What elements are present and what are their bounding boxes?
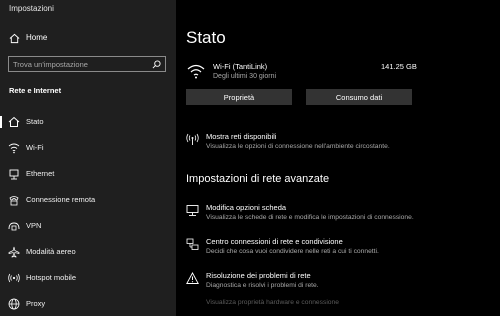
dial-up-icon: [9, 196, 19, 206]
link-title: Modifica opzioni scheda: [206, 203, 287, 212]
sidebar-item-ethernet[interactable]: Ethernet: [0, 163, 176, 185]
page-title: Stato: [186, 28, 226, 47]
window-title: Impostazioni: [9, 4, 54, 13]
data-used-value: 141.25 GB: [381, 62, 417, 71]
sidebar-item-proxy[interactable]: Proxy: [0, 293, 176, 315]
sidebar-item-status[interactable]: Stato: [0, 111, 176, 133]
sidebar-item-label: VPN: [26, 221, 42, 230]
sidebar-item-home[interactable]: Home: [0, 30, 176, 48]
properties-button[interactable]: Proprietà: [186, 89, 292, 105]
link-title: Risoluzione dei problemi di rete: [206, 271, 311, 280]
sidebar-item-airplane[interactable]: Modalità aereo: [0, 241, 176, 263]
connection-name: Wi-Fi (TantiLink): [213, 62, 268, 71]
warning-icon: [186, 272, 199, 284]
sidebar-item-label: Modalità aereo: [26, 247, 76, 256]
advanced-section-title: Impostazioni di rete avanzate: [186, 173, 330, 185]
ethernet-icon: [9, 169, 19, 180]
sidebar-item-wifi[interactable]: Wi-Fi: [0, 137, 176, 159]
network-sharing-icon: [186, 238, 199, 250]
sidebar-item-dialup[interactable]: Connessione remota: [0, 189, 176, 211]
sidebar: Impostazioni Home Rete e Internet Stato …: [0, 0, 176, 316]
search-box[interactable]: [8, 56, 166, 72]
sidebar-item-hotspot[interactable]: Hotspot mobile: [0, 267, 176, 289]
network-adapter-icon: [186, 205, 199, 216]
sidebar-item-vpn[interactable]: VPN: [0, 215, 176, 237]
globe-icon: [8, 298, 20, 310]
connection-period: Degli ultimi 30 giorni: [213, 73, 277, 80]
sidebar-item-label: Connessione remota: [26, 195, 96, 204]
sidebar-item-label: Hotspot mobile: [26, 273, 77, 282]
sidebar-item-label: Home: [26, 33, 48, 42]
wifi-icon: [8, 143, 20, 154]
home-status-icon: [8, 116, 20, 127]
link-description: Decidi che cosa vuoi condividere nelle r…: [206, 248, 379, 255]
link-title: Centro connessioni di rete e condivision…: [206, 237, 343, 246]
network-antenna-icon: [186, 133, 199, 145]
section-title: Rete e Internet: [9, 86, 62, 95]
link-title: Mostra reti disponibili: [206, 132, 277, 141]
sidebar-item-label: Proxy: [26, 299, 46, 308]
hotspot-icon: [8, 273, 20, 283]
link-description: Visualizza le opzioni di connessione nel…: [206, 143, 390, 150]
hardware-properties-link[interactable]: Visualizza proprietà hardware e connessi…: [206, 299, 339, 306]
link-description: Diagnostica e risolvi i problemi di rete…: [206, 282, 319, 289]
airplane-icon: [8, 246, 20, 258]
sidebar-item-label: Wi-Fi: [26, 143, 44, 152]
sidebar-item-label: Ethernet: [26, 169, 55, 178]
link-description: Visualizza le schede di rete e modifica …: [206, 214, 414, 221]
active-indicator: [0, 116, 2, 128]
search-icon[interactable]: [152, 60, 161, 69]
home-icon: [9, 33, 20, 44]
vpn-icon: [8, 222, 20, 231]
data-usage-button[interactable]: Consumo dati: [306, 89, 412, 105]
sidebar-item-label: Stato: [26, 117, 44, 126]
wifi-signal-icon: [187, 64, 205, 79]
search-input[interactable]: [13, 58, 143, 70]
